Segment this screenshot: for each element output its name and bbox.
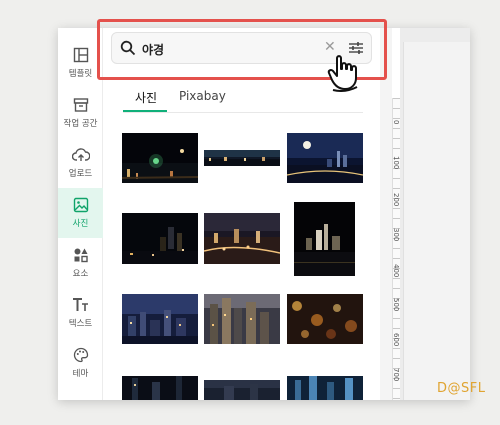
photo-thumbnail[interactable] xyxy=(122,376,198,400)
ruler-label: 100 xyxy=(392,156,400,170)
sidebar-item-theme[interactable]: 테마 xyxy=(58,338,103,388)
tab-active-indicator xyxy=(123,110,167,112)
photo-icon xyxy=(73,197,88,213)
template-icon xyxy=(73,47,88,63)
design-canvas-area xyxy=(400,28,470,400)
sidebar-item-video[interactable] xyxy=(58,383,103,400)
photo-thumbnail[interactable] xyxy=(287,376,363,400)
tab-divider xyxy=(123,112,363,113)
photo-thumbnail[interactable] xyxy=(204,380,280,400)
text-icon xyxy=(72,298,88,311)
sidebar-item-upload[interactable]: 업로드 xyxy=(58,138,103,188)
photo-thumbnail[interactable] xyxy=(204,213,280,264)
sidebar-item-label: 사진 xyxy=(72,219,89,229)
sidebar-item-workspace[interactable]: 작업 공간 xyxy=(58,88,103,138)
hand-pointer-icon xyxy=(327,55,358,92)
workspace-icon xyxy=(73,98,88,112)
vertical-ruler: 0 100 200 300 400 500 600 700 xyxy=(392,98,401,400)
sidebar-item-label: 업로드 xyxy=(68,169,93,179)
photo-thumbnail[interactable] xyxy=(122,213,198,264)
design-canvas-page[interactable] xyxy=(403,42,470,400)
photo-thumbnail[interactable] xyxy=(294,202,355,276)
sidebar-item-label: 테마 xyxy=(72,369,89,379)
ruler-label: 200 xyxy=(392,193,400,207)
sidebar-item-label: 요소 xyxy=(72,269,89,279)
photo-thumbnail[interactable] xyxy=(204,294,280,344)
photo-thumbnail[interactable] xyxy=(122,133,198,183)
theme-palette-icon xyxy=(73,347,88,363)
watermark-text: D@SFL xyxy=(437,381,486,396)
tab-photos[interactable]: 사진 xyxy=(135,89,157,106)
sidebar-item-elements[interactable]: 요소 xyxy=(58,238,103,288)
ruler-label: 500 xyxy=(392,298,400,312)
sidebar-item-label: 작업 공간 xyxy=(63,119,98,129)
sidebar-item-label: 템플릿 xyxy=(68,69,93,79)
photo-thumbnail[interactable] xyxy=(204,150,280,166)
tab-pixabay[interactable]: Pixabay xyxy=(179,89,226,103)
photo-thumbnail[interactable] xyxy=(287,294,363,344)
ruler-label: 400 xyxy=(392,264,400,278)
sidebar-item-photos[interactable]: 사진 xyxy=(58,188,103,238)
panel-scroll-strip[interactable] xyxy=(380,28,392,400)
upload-cloud-icon xyxy=(71,148,90,161)
photo-thumbnail[interactable] xyxy=(122,294,198,344)
editor-window: 템플릿 작업 공간 업로드 사진 요소 텍스트 테마 야경 ✕ 사진 Pixab… xyxy=(58,28,470,400)
sidebar: 템플릿 작업 공간 업로드 사진 요소 텍스트 테마 xyxy=(58,28,103,400)
ruler-label: 0 xyxy=(392,120,400,125)
ruler-label: 600 xyxy=(392,333,400,347)
sidebar-item-label: 텍스트 xyxy=(68,319,93,329)
ruler-label: 300 xyxy=(392,228,400,242)
elements-icon xyxy=(74,248,88,263)
sidebar-item-text[interactable]: 텍스트 xyxy=(58,288,103,338)
ruler-label: 700 xyxy=(392,368,400,382)
photo-thumbnail[interactable] xyxy=(287,133,363,183)
